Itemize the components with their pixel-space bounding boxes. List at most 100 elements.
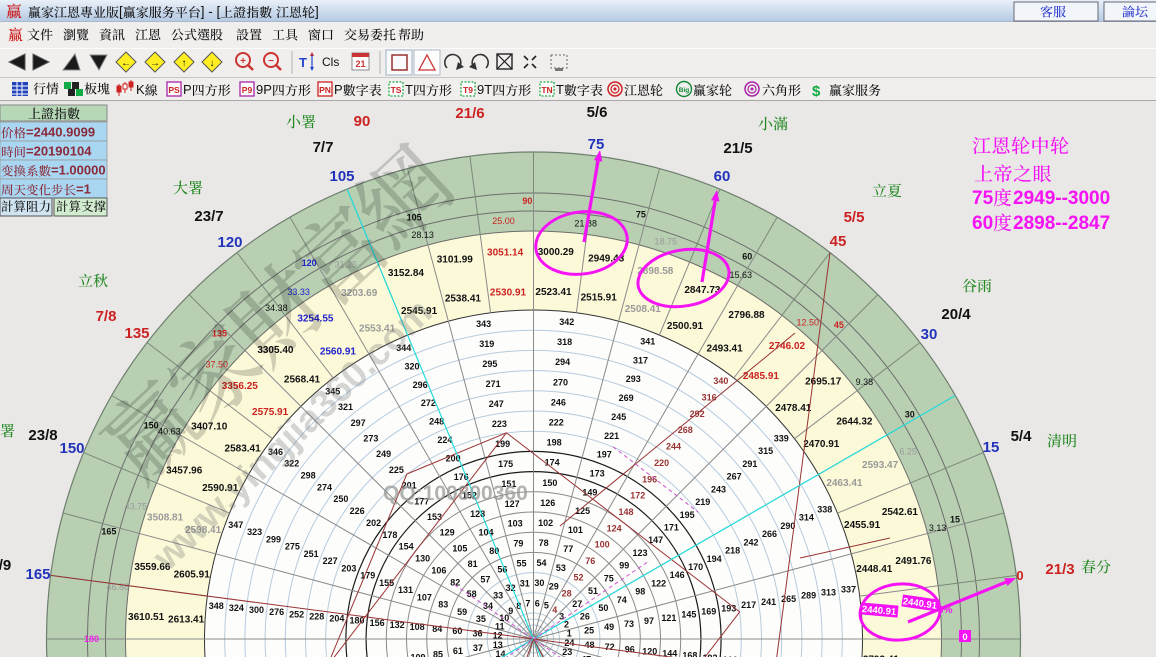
svg-text:←: ← <box>121 58 131 69</box>
svg-text:221: 221 <box>604 431 619 441</box>
svg-text:150: 150 <box>59 440 84 457</box>
svg-text:2508.41: 2508.41 <box>625 304 662 315</box>
svg-text:197: 197 <box>597 450 612 460</box>
svg-text:35: 35 <box>476 614 486 624</box>
svg-text:2491.76: 2491.76 <box>895 556 932 567</box>
svg-text:126: 126 <box>540 498 555 508</box>
svg-text:72: 72 <box>605 642 615 652</box>
svg-text:250: 250 <box>333 494 348 504</box>
svg-text:175: 175 <box>498 459 513 469</box>
svg-text:316: 316 <box>702 393 717 403</box>
svg-text:219: 219 <box>695 497 710 507</box>
svg-text:30: 30 <box>921 326 938 343</box>
svg-text:273: 273 <box>363 434 378 444</box>
svg-text:20/4: 20/4 <box>941 306 971 323</box>
svg-text:→: → <box>150 58 160 69</box>
svg-text:60: 60 <box>714 168 731 185</box>
svg-text:2500.91: 2500.91 <box>667 321 704 332</box>
svg-text:338: 338 <box>817 505 832 515</box>
svg-text:P: P <box>334 82 343 97</box>
svg-text:270: 270 <box>553 377 568 387</box>
svg-text:179: 179 <box>360 571 375 581</box>
svg-text:28: 28 <box>562 589 572 599</box>
svg-text:2448.41: 2448.41 <box>856 564 893 575</box>
svg-text:↑: ↑ <box>182 58 187 69</box>
svg-text:241: 241 <box>761 597 776 607</box>
svg-text:15: 15 <box>983 439 1000 456</box>
svg-text:Big: Big <box>679 87 690 94</box>
svg-text:76: 76 <box>585 556 595 566</box>
svg-text:122: 122 <box>651 578 666 588</box>
svg-text:18.75: 18.75 <box>655 236 678 246</box>
svg-text:135: 135 <box>124 325 149 342</box>
svg-text:45: 45 <box>830 233 847 250</box>
svg-text:K: K <box>136 82 145 97</box>
svg-text:300: 300 <box>249 605 264 615</box>
svg-text:30: 30 <box>534 578 544 588</box>
svg-text:61: 61 <box>453 646 463 656</box>
svg-text:271: 271 <box>486 379 501 389</box>
svg-text:2542.61: 2542.61 <box>882 507 919 518</box>
svg-text:25.00: 25.00 <box>492 216 515 226</box>
svg-text:276: 276 <box>269 607 284 617</box>
svg-text:193: 193 <box>721 603 736 613</box>
svg-text:83: 83 <box>438 600 448 610</box>
svg-text:2463.41: 2463.41 <box>826 478 863 489</box>
svg-text:4: 4 <box>552 605 557 615</box>
svg-text:3457.96: 3457.96 <box>166 466 203 477</box>
svg-text:21: 21 <box>355 59 365 69</box>
svg-text:75: 75 <box>604 573 614 583</box>
svg-text:5/4: 5/4 <box>1011 428 1033 445</box>
svg-text:5/6: 5/6 <box>587 104 608 121</box>
svg-text:339: 339 <box>774 434 789 444</box>
svg-text:131: 131 <box>398 585 413 595</box>
svg-text:251: 251 <box>304 549 319 559</box>
svg-text:51: 51 <box>588 586 598 596</box>
svg-text:59: 59 <box>457 607 467 617</box>
svg-text:21/3: 21/3 <box>1045 561 1074 578</box>
svg-text:2530.91: 2530.91 <box>490 287 527 298</box>
svg-text:12.50: 12.50 <box>797 317 820 327</box>
svg-text:107: 107 <box>417 592 432 602</box>
svg-text:314: 314 <box>799 513 814 523</box>
svg-text:242: 242 <box>743 537 758 547</box>
svg-text:75: 75 <box>588 136 605 153</box>
svg-text:265: 265 <box>781 594 796 604</box>
svg-text:15: 15 <box>950 515 960 525</box>
svg-text:81: 81 <box>468 559 478 569</box>
svg-text:153: 153 <box>427 512 442 522</box>
svg-text:246: 246 <box>551 397 566 407</box>
svg-text:3610.51: 3610.51 <box>128 612 165 623</box>
svg-text:245: 245 <box>611 412 626 422</box>
svg-text:319: 319 <box>479 339 494 349</box>
svg-text:172: 172 <box>630 491 645 501</box>
svg-text:340: 340 <box>713 376 728 386</box>
svg-text:244: 244 <box>666 442 681 452</box>
svg-text:101: 101 <box>568 525 583 535</box>
svg-text:192: 192 <box>702 653 717 657</box>
svg-text:50: 50 <box>598 603 608 613</box>
svg-text:203: 203 <box>341 563 356 573</box>
svg-text:124: 124 <box>607 523 622 533</box>
svg-text:2613.41: 2613.41 <box>168 615 205 626</box>
svg-text:296: 296 <box>413 380 428 390</box>
svg-text:249: 249 <box>376 449 391 459</box>
svg-text:225: 225 <box>389 465 404 475</box>
svg-text:80: 80 <box>489 546 499 556</box>
svg-text:P9: P9 <box>242 85 253 95</box>
svg-text:] - [: ] - [ <box>201 4 221 19</box>
svg-text:148: 148 <box>618 507 633 517</box>
svg-text:45: 45 <box>834 320 844 330</box>
svg-text:2949--3000: 2949--3000 <box>1013 188 1110 209</box>
svg-text:75: 75 <box>972 188 994 209</box>
svg-text:T: T <box>405 82 413 97</box>
svg-text:52: 52 <box>573 572 583 582</box>
svg-text:174: 174 <box>545 458 560 468</box>
svg-text:217: 217 <box>741 600 756 610</box>
svg-text:317: 317 <box>633 355 648 365</box>
svg-text:74: 74 <box>617 595 627 605</box>
svg-text:2455.91: 2455.91 <box>844 520 881 531</box>
svg-text:247: 247 <box>489 399 504 409</box>
svg-text:[: [ <box>119 4 123 19</box>
svg-text:36: 36 <box>472 628 482 638</box>
